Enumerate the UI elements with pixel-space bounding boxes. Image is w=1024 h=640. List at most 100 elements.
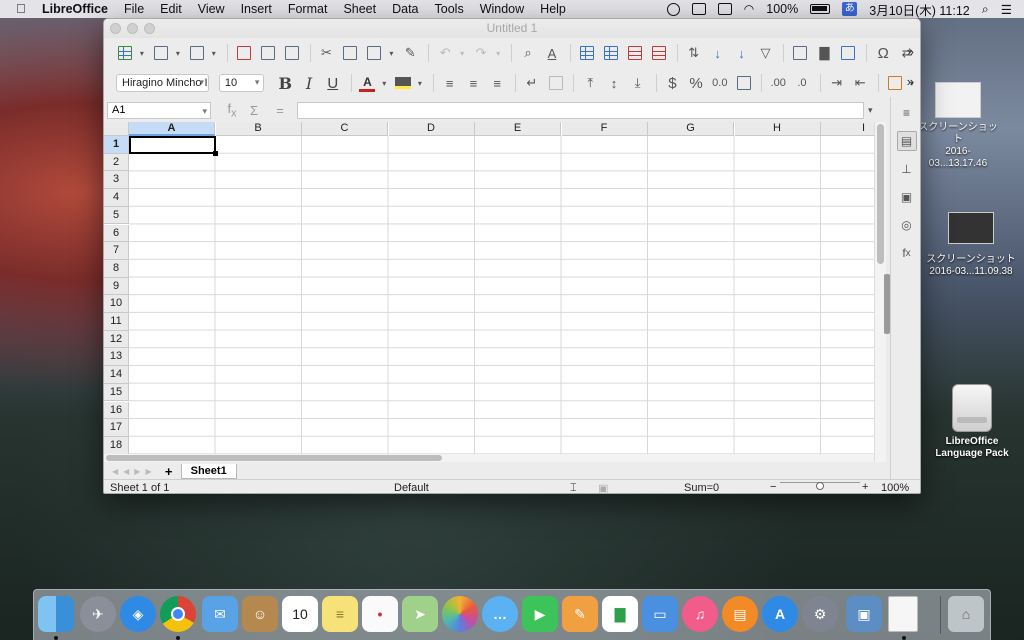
- center-vertically-button[interactable]: ↕: [603, 72, 625, 94]
- active-cell-cursor[interactable]: [129, 136, 218, 156]
- desktop-icon-screenshot-1[interactable]: スクリーンショット 2016-03...13.17.46: [918, 82, 998, 170]
- formula-input[interactable]: [297, 101, 864, 119]
- select-all-corner[interactable]: [104, 122, 129, 136]
- special-character-button[interactable]: Ω: [872, 42, 894, 64]
- page-style[interactable]: Default: [394, 482, 429, 493]
- ibooks-icon[interactable]: ▤: [722, 596, 758, 632]
- redo-dropdown-arrow[interactable]: ▾: [494, 42, 502, 64]
- clone-formatting-button[interactable]: ✎: [399, 42, 421, 64]
- font-color-button[interactable]: A: [357, 72, 379, 94]
- photos-icon[interactable]: [442, 596, 478, 632]
- number-format-button[interactable]: 0.0: [709, 72, 731, 94]
- row-header[interactable]: 14: [104, 366, 129, 384]
- column-header[interactable]: G: [648, 122, 734, 136]
- autofilter-button[interactable]: ▽: [755, 42, 777, 64]
- input-method-icon[interactable]: あ: [842, 2, 858, 16]
- print-button[interactable]: [257, 42, 279, 64]
- align-right-button[interactable]: ≡: [486, 72, 508, 94]
- apple-menu-icon[interactable]: : [16, 2, 30, 16]
- expand-formula-bar-icon[interactable]: ▾: [868, 105, 873, 116]
- save-button[interactable]: [186, 42, 208, 64]
- align-bottom-button[interactable]: ⤓: [627, 72, 649, 94]
- redo-button[interactable]: ↷: [470, 42, 492, 64]
- column-header[interactable]: I: [821, 122, 874, 136]
- vertical-scrollbar-thumb[interactable]: [877, 124, 884, 264]
- spelling-button[interactable]: A: [541, 42, 563, 64]
- safari-icon[interactable]: ◈: [120, 596, 156, 632]
- background-color-dropdown-arrow[interactable]: ▾: [416, 72, 424, 94]
- function-wizard-icon[interactable]: fx: [221, 101, 243, 120]
- percent-format-button[interactable]: %: [685, 72, 707, 94]
- undo-button[interactable]: ↶: [434, 42, 456, 64]
- wifi-icon[interactable]: ◠: [744, 2, 754, 16]
- new-dropdown-arrow[interactable]: ▾: [138, 42, 146, 64]
- row-header[interactable]: 7: [104, 242, 129, 260]
- pivot-table-button[interactable]: [837, 42, 859, 64]
- background-color-button[interactable]: [392, 72, 414, 94]
- horizontal-scrollbar-thumb[interactable]: [106, 455, 442, 461]
- document-icon[interactable]: [888, 596, 918, 632]
- name-box[interactable]: A1 ▾: [107, 101, 211, 119]
- sidebar-gallery-icon[interactable]: ▣: [897, 187, 917, 207]
- sum-icon[interactable]: Σ: [243, 103, 265, 118]
- paste-dropdown-arrow[interactable]: ▾: [387, 42, 395, 64]
- new-spreadsheet-button[interactable]: [114, 42, 136, 64]
- paste-button[interactable]: [363, 42, 385, 64]
- keynote-icon[interactable]: ▭: [642, 596, 678, 632]
- column-header[interactable]: C: [302, 122, 388, 136]
- sidebar-functions-icon[interactable]: fx: [897, 243, 917, 263]
- currency-format-button[interactable]: $: [662, 72, 684, 94]
- cut-button[interactable]: ✂: [316, 42, 338, 64]
- date-format-button[interactable]: [733, 72, 755, 94]
- open-dropdown-arrow[interactable]: ▾: [174, 42, 182, 64]
- cell-area[interactable]: [129, 136, 874, 467]
- align-top-button[interactable]: ⤒: [579, 72, 601, 94]
- launchpad-icon[interactable]: ✈: [80, 596, 116, 632]
- reminders-icon[interactable]: •: [362, 596, 398, 632]
- row-header[interactable]: 9: [104, 277, 129, 296]
- insert-rows-button[interactable]: [624, 42, 646, 64]
- spotlight-icon[interactable]: ⌕: [982, 2, 989, 17]
- app-store-icon[interactable]: A: [762, 596, 798, 632]
- row-header[interactable]: 17: [104, 419, 129, 437]
- sidebar-properties-icon[interactable]: ▤: [896, 131, 917, 151]
- align-left-button[interactable]: ≡: [439, 72, 461, 94]
- row-header[interactable]: 6: [104, 224, 129, 243]
- italic-button[interactable]: I: [298, 72, 320, 94]
- insert-image-button[interactable]: [789, 42, 811, 64]
- open-button[interactable]: [150, 42, 172, 64]
- menu-view[interactable]: View: [198, 2, 225, 16]
- delete-decimal-button[interactable]: .0: [791, 72, 813, 94]
- itunes-icon[interactable]: ♫: [682, 596, 718, 632]
- sidebar-styles-icon[interactable]: ⊥: [897, 159, 917, 179]
- zoom-slider-knob[interactable]: [816, 482, 824, 490]
- calendar-icon[interactable]: 10: [282, 596, 318, 632]
- font-size-box[interactable]: 10 ▾: [218, 74, 265, 92]
- title-bar[interactable]: Untitled 1: [104, 19, 920, 38]
- info-status-icon[interactable]: [666, 2, 680, 16]
- column-header[interactable]: F: [561, 122, 648, 136]
- add-sheet-button[interactable]: +: [163, 464, 175, 479]
- maps-icon[interactable]: ➤: [402, 596, 438, 632]
- menu-app-name[interactable]: LibreOffice: [42, 2, 108, 16]
- menu-insert[interactable]: Insert: [241, 2, 272, 16]
- align-center-button[interactable]: ≡: [463, 72, 485, 94]
- sum-display[interactable]: Sum=0: [684, 482, 719, 493]
- find-replace-button[interactable]: ⌕: [517, 42, 539, 64]
- clock[interactable]: 3月10日(木) 11:12: [869, 0, 970, 19]
- font-color-dropdown-arrow[interactable]: ▾: [380, 72, 388, 94]
- menu-help[interactable]: Help: [540, 2, 566, 16]
- battery-icon[interactable]: [810, 4, 831, 14]
- menu-tools[interactable]: Tools: [435, 2, 464, 16]
- zoom-out-button[interactable]: −: [770, 481, 776, 493]
- row-header[interactable]: 16: [104, 401, 129, 420]
- horizontal-scrollbar[interactable]: [104, 454, 874, 462]
- insert-chart-button[interactable]: ▇: [813, 42, 835, 64]
- toolbar-overflow-icon[interactable]: »: [907, 74, 914, 89]
- facetime-icon[interactable]: ▶: [522, 596, 558, 632]
- spreadsheet-grid[interactable]: ABCDEFGHI 1 2 3 4 5 6 7 8 9 10 11 12 13 14 15 16 17 18: [104, 122, 874, 467]
- window-status-icon[interactable]: [691, 3, 706, 15]
- increase-indent-button[interactable]: ⇥: [826, 72, 848, 94]
- sidebar-settings-icon[interactable]: ≡: [897, 103, 917, 123]
- column-header[interactable]: E: [475, 122, 561, 136]
